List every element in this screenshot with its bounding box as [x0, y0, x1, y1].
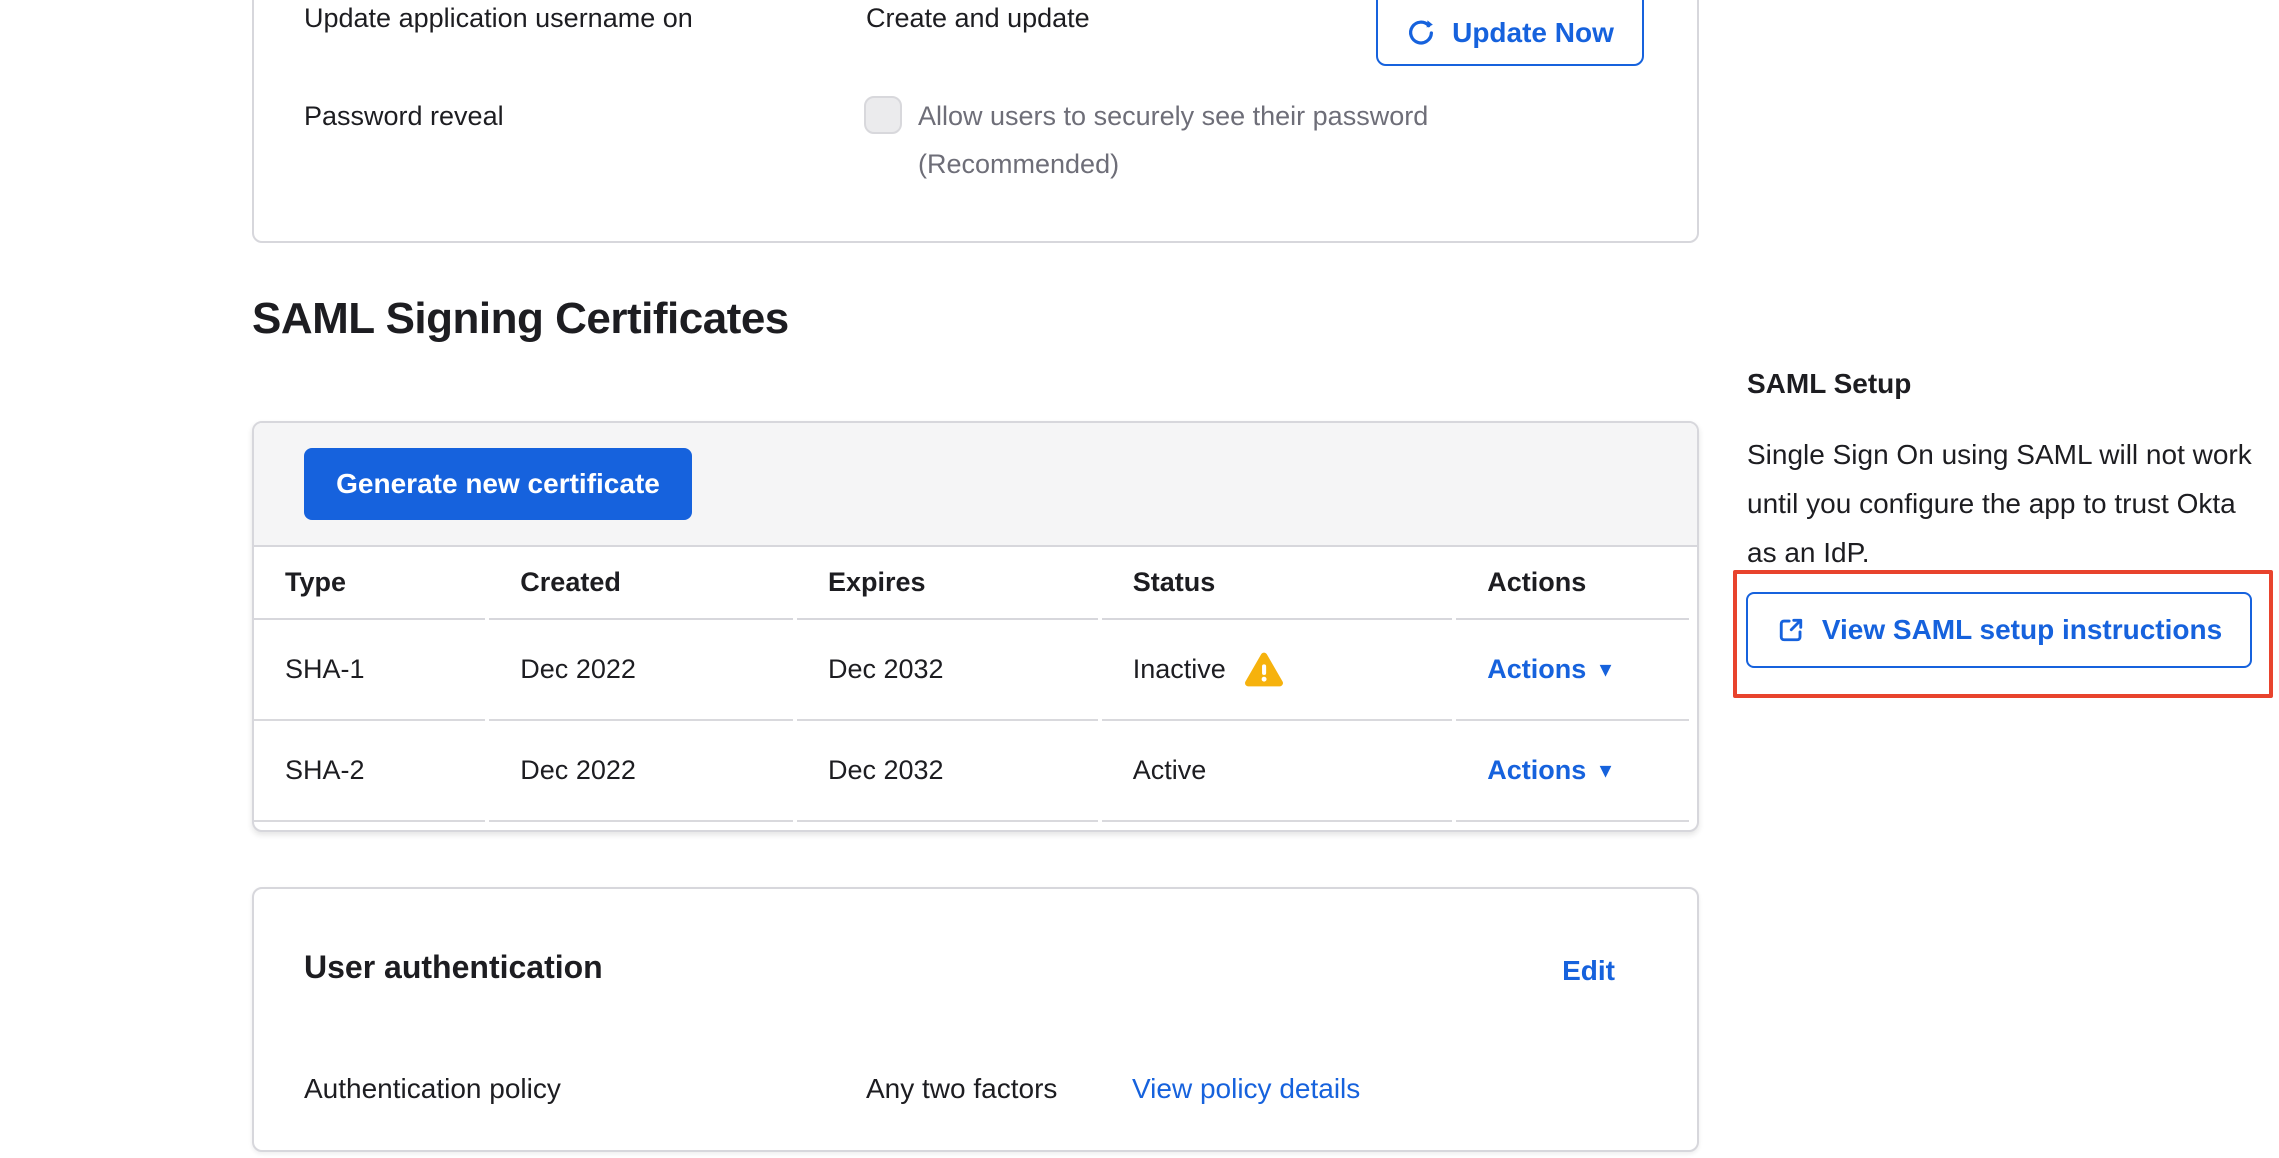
okta-app-settings-page: Update application username on Create an…: [0, 0, 2279, 1158]
saml-signing-certificates-heading: SAML Signing Certificates: [252, 294, 789, 344]
saml-setup-description: Single Sign On using SAML will not work …: [1747, 430, 2263, 577]
update-now-button[interactable]: Update Now: [1376, 0, 1644, 66]
refresh-icon: [1406, 18, 1436, 48]
password-reveal-checkbox[interactable]: [864, 96, 902, 134]
cell-expires: Dec 2032: [797, 721, 1098, 822]
chevron-down-icon: ▾: [1600, 760, 1611, 781]
cell-expires: Dec 2032: [797, 620, 1098, 721]
user-authentication-card: User authentication Edit Authentication …: [252, 887, 1699, 1152]
table-row: SHA-2 Dec 2022 Dec 2032 Active Actions ▾: [254, 721, 1689, 822]
cell-status: Inactive: [1102, 620, 1452, 721]
cell-created: Dec 2022: [489, 620, 793, 721]
user-authentication-heading: User authentication: [304, 947, 603, 987]
chevron-down-icon: ▾: [1600, 659, 1611, 680]
generate-certificate-button[interactable]: Generate new certificate: [304, 448, 692, 520]
column-header-type: Type: [254, 547, 485, 620]
warning-icon: [1244, 652, 1284, 688]
cell-created: Dec 2022: [489, 721, 793, 822]
certificates-table: Type Created Expires Status Actions SHA-…: [252, 547, 1693, 822]
cell-type: SHA-1: [254, 620, 485, 721]
view-saml-label: View SAML setup instructions: [1822, 614, 2222, 646]
actions-dropdown[interactable]: Actions ▾: [1487, 654, 1611, 685]
update-username-value: Create and update: [866, 2, 1090, 36]
saml-setup-heading: SAML Setup: [1747, 368, 1911, 400]
view-saml-setup-instructions-button[interactable]: View SAML setup instructions: [1746, 592, 2252, 668]
column-header-status: Status: [1102, 547, 1452, 620]
cell-actions: Actions ▾: [1456, 620, 1689, 721]
status-text: Inactive: [1133, 654, 1226, 685]
cell-actions: Actions ▾: [1456, 721, 1689, 822]
checkbox-label-line1: Allow users to securely see their passwo…: [918, 100, 1428, 134]
authentication-policy-label: Authentication policy: [304, 1071, 561, 1106]
external-link-icon: [1776, 615, 1806, 645]
edit-link[interactable]: Edit: [1562, 953, 1615, 988]
table-row: SHA-1 Dec 2022 Dec 2032 Inactive: [254, 620, 1689, 721]
update-username-label: Update application username on: [304, 2, 693, 36]
table-header-row: Type Created Expires Status Actions: [254, 547, 1689, 620]
password-reveal-label: Password reveal: [304, 100, 504, 134]
column-header-actions: Actions: [1456, 547, 1689, 620]
column-header-expires: Expires: [797, 547, 1098, 620]
actions-dropdown[interactable]: Actions ▾: [1487, 755, 1611, 786]
status-text: Active: [1133, 755, 1207, 786]
certificates-card: Generate new certificate Type Created Ex…: [252, 421, 1699, 832]
app-settings-card: Update application username on Create an…: [252, 0, 1699, 243]
cell-status: Active: [1102, 721, 1452, 822]
column-header-created: Created: [489, 547, 793, 620]
checkbox-label-line2: (Recommended): [918, 148, 1119, 182]
view-policy-details-link[interactable]: View policy details: [1132, 1071, 1360, 1106]
cell-type: SHA-2: [254, 721, 485, 822]
certificates-card-toolbar: Generate new certificate: [254, 423, 1697, 547]
authentication-policy-value: Any two factors: [866, 1071, 1057, 1106]
update-now-label: Update Now: [1452, 17, 1614, 49]
